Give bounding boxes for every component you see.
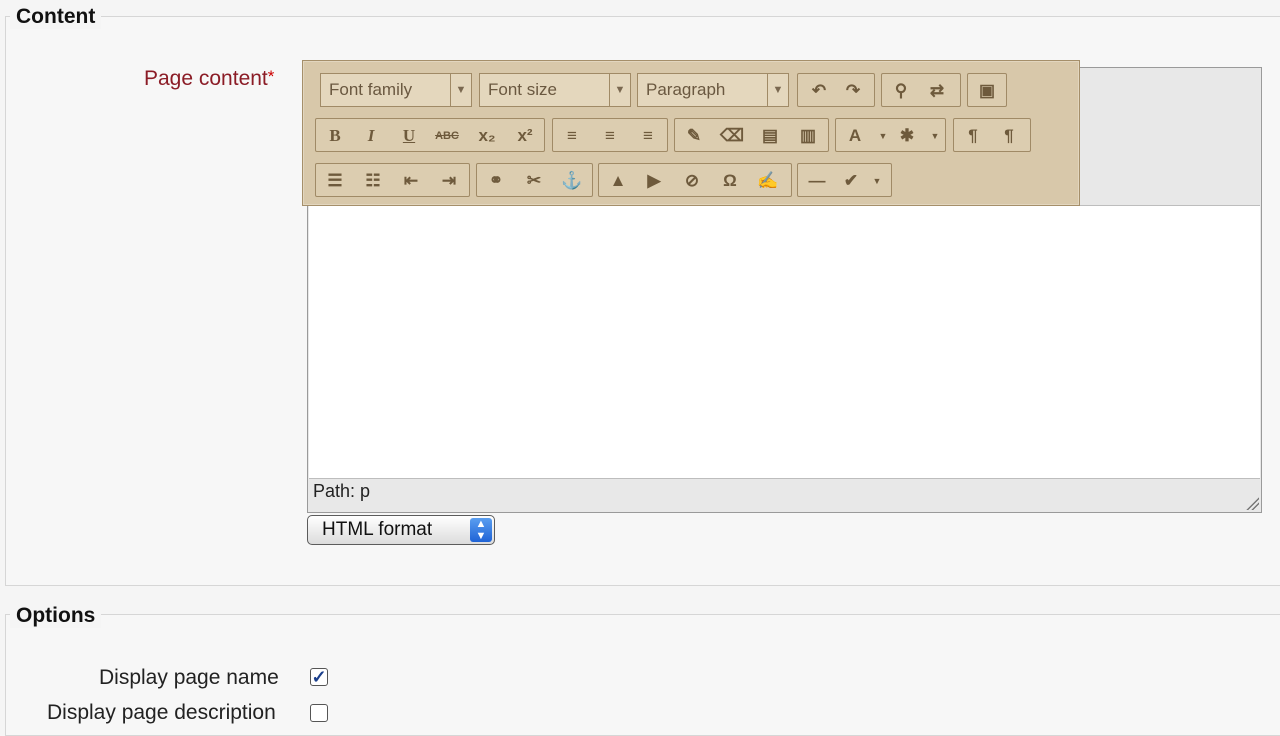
text-style-group: B I U ABC x₂ x² (315, 118, 545, 152)
strikethrough-icon[interactable]: ABC (434, 123, 460, 149)
clipboard-group: ✎ ⌫ ▤ ▥ (674, 118, 829, 152)
insert-group: ▲ ▶ ⊘ Ω ✍ (598, 163, 792, 197)
italic-icon[interactable]: I (358, 123, 384, 149)
link-icon[interactable]: ⚭ (483, 168, 509, 194)
editor-content-area[interactable] (309, 205, 1260, 479)
direction-group: ¶ ¶ (953, 118, 1031, 152)
text-format-select[interactable]: HTML format ▲ ▼ (307, 515, 495, 545)
select-arrows-icon: ▲ ▼ (470, 518, 492, 542)
subscript-icon[interactable]: x₂ (474, 123, 500, 149)
numbered-list-icon[interactable]: ☷ (360, 168, 386, 194)
media-icon[interactable]: ▶ (641, 168, 667, 194)
page-content-label: Page content* (144, 67, 274, 91)
display-page-name-label: Display page name (99, 666, 279, 689)
history-group: ↶ ↷ (797, 73, 875, 107)
content-legend: Content (10, 5, 102, 29)
fullscreen-icon[interactable]: ▣ (974, 78, 1000, 104)
resize-grip-icon[interactable] (1245, 496, 1259, 510)
text-color-icon[interactable]: A (842, 123, 868, 149)
editor-path-bar: Path: p (313, 481, 371, 501)
spellcheck-icon[interactable]: ✔ (838, 168, 864, 194)
indent-icon[interactable]: ⇥ (436, 168, 462, 194)
bullet-list-icon[interactable]: ☰ (322, 168, 348, 194)
color-group: A ▼ ✱ ▼ (835, 118, 946, 152)
no-autolink-icon[interactable]: ⊘ (679, 168, 705, 194)
editor-toolbar: Font family ▼ Font size ▼ Paragraph ▼ ↶ … (302, 60, 1080, 206)
chevron-down-icon: ▼ (450, 74, 471, 106)
undo-icon[interactable]: ↶ (806, 78, 832, 104)
image-icon[interactable]: ▲ (605, 168, 631, 194)
find-icon[interactable]: ⚲ (888, 78, 914, 104)
underline-icon[interactable]: U (396, 123, 422, 149)
format-label: Paragraph (646, 80, 726, 99)
link-group: ⚭ ✂ ⚓ (476, 163, 593, 197)
background-color-icon[interactable]: ✱ (894, 123, 920, 149)
misc-group: — ✔ ▼ (797, 163, 892, 197)
bold-icon[interactable]: B (322, 123, 348, 149)
superscript-icon[interactable]: x² (512, 123, 538, 149)
rtl-icon[interactable]: ¶ (996, 123, 1022, 149)
anchor-icon[interactable]: ⚓ (559, 168, 585, 194)
outdent-icon[interactable]: ⇤ (398, 168, 424, 194)
required-mark: * (267, 67, 275, 86)
chevron-down-icon[interactable]: ▼ (870, 123, 896, 149)
remove-format-icon[interactable]: ⌫ (719, 123, 745, 149)
display-page-description-label: Display page description (47, 701, 276, 724)
font-size-select[interactable]: Font size ▼ (479, 73, 631, 107)
ltr-icon[interactable]: ¶ (960, 123, 986, 149)
cleanup-icon[interactable]: ✎ (681, 123, 707, 149)
page-content-label-text: Page content (144, 67, 268, 90)
display-page-description-checkbox[interactable] (310, 704, 328, 722)
horizontal-rule-icon[interactable]: — (804, 168, 830, 194)
chevron-down-icon: ▼ (767, 74, 788, 106)
paste-word-icon[interactable]: ▥ (795, 123, 821, 149)
chevron-down-icon[interactable]: ▼ (922, 123, 948, 149)
font-family-select[interactable]: Font family ▼ (320, 73, 472, 107)
replace-icon[interactable]: ⇄ (924, 78, 950, 104)
checkmark-icon: ✓ (311, 667, 327, 687)
options-legend: Options (10, 604, 102, 628)
font-size-label: Font size (488, 80, 557, 99)
font-family-label: Font family (329, 80, 413, 99)
special-char-icon[interactable]: Ω (717, 168, 743, 194)
format-select[interactable]: Paragraph ▼ (637, 73, 789, 107)
redo-icon[interactable]: ↷ (840, 78, 866, 104)
align-group: ≡ ≡ ≡ (552, 118, 668, 152)
display-page-name-checkbox[interactable]: ✓ (310, 668, 328, 686)
list-group: ☰ ☷ ⇤ ⇥ (315, 163, 470, 197)
paste-text-icon[interactable]: ▤ (757, 123, 783, 149)
chevron-down-icon[interactable]: ▼ (864, 168, 890, 194)
align-center-icon[interactable]: ≡ (597, 123, 623, 149)
search-group: ⚲ ⇄ (881, 73, 961, 107)
fullscreen-group: ▣ (967, 73, 1007, 107)
chevron-down-icon: ▼ (609, 74, 630, 106)
edit-html-icon[interactable]: ✍ (755, 168, 781, 194)
align-left-icon[interactable]: ≡ (559, 123, 585, 149)
text-format-value: HTML format (322, 519, 433, 540)
align-right-icon[interactable]: ≡ (635, 123, 661, 149)
unlink-icon[interactable]: ✂ (521, 168, 547, 194)
